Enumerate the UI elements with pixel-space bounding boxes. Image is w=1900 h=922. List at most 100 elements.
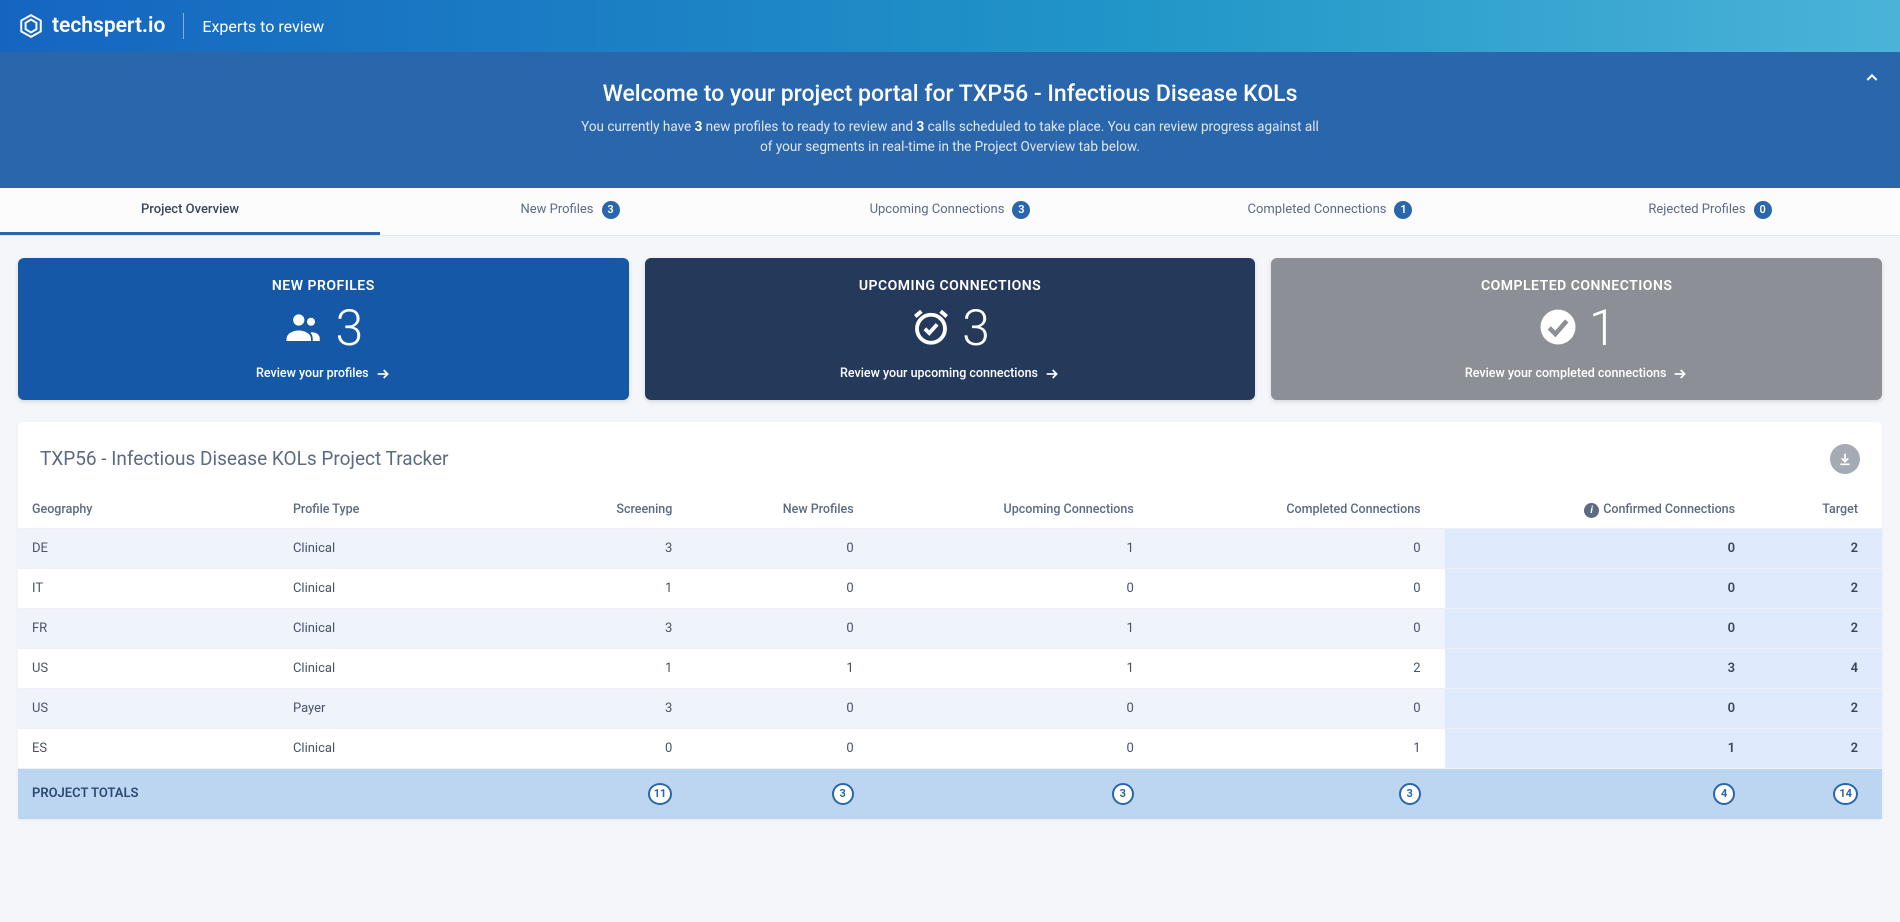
cell-target: 2 (1759, 528, 1882, 568)
tab-completed-connections[interactable]: Completed Connections1 (1140, 188, 1520, 235)
cell-geography: FR (18, 608, 279, 648)
cell-screening: 1 (540, 648, 696, 688)
cell-confirmed: 0 (1445, 568, 1759, 608)
tab-badge: 3 (1012, 201, 1030, 219)
cell-new-profiles: 0 (696, 728, 877, 768)
cell-target: 2 (1759, 728, 1882, 768)
totals-screening: 11 (540, 768, 696, 819)
tab-label: Rejected Profiles (1648, 202, 1745, 217)
col-completed: Completed Connections (1158, 492, 1445, 529)
welcome-banner: Welcome to your project portal for TXP56… (0, 52, 1900, 188)
cell-screening: 1 (540, 568, 696, 608)
totals-row: PROJECT TOTALS11333414 (18, 768, 1882, 819)
completed-connections-card[interactable]: COMPLETED CONNECTIONS 1 Review your comp… (1271, 258, 1882, 400)
tracker-title: TXP56 - Infectious Disease KOLs Project … (40, 447, 449, 470)
cell-new-profiles: 0 (696, 688, 877, 728)
download-button[interactable] (1830, 444, 1860, 474)
tab-label: Upcoming Connections (870, 202, 1005, 217)
card-heading: UPCOMING CONNECTIONS (655, 278, 1246, 294)
cell-profile-type: Clinical (279, 728, 540, 768)
cell-target: 4 (1759, 648, 1882, 688)
col-upcoming: Upcoming Connections (878, 492, 1158, 529)
cell-completed: 0 (1158, 688, 1445, 728)
upcoming-connections-card[interactable]: UPCOMING CONNECTIONS 3 Review your upcom… (645, 258, 1256, 400)
cell-completed: 0 (1158, 608, 1445, 648)
header-subtitle: Experts to review (202, 17, 324, 36)
download-icon (1837, 451, 1853, 467)
cell-target: 2 (1759, 608, 1882, 648)
card-link[interactable]: Review your completed connections (1465, 366, 1689, 382)
cell-upcoming: 1 (878, 528, 1158, 568)
totals-target: 14 (1759, 768, 1882, 819)
tab-upcoming-connections[interactable]: Upcoming Connections 3 (760, 188, 1140, 235)
cell-screening: 0 (540, 728, 696, 768)
card-count: 1 (1589, 304, 1617, 354)
cell-new-profiles: 0 (696, 528, 877, 568)
table-row: FRClinical301002 (18, 608, 1882, 648)
tab-label: Project Overview (141, 202, 239, 217)
cell-upcoming: 0 (878, 728, 1158, 768)
tab-rejected-profiles[interactable]: Rejected Profiles 0 (1520, 188, 1900, 235)
info-icon[interactable]: i (1584, 503, 1599, 518)
col-profile-type: Profile Type (279, 492, 540, 529)
alarm-check-icon (910, 306, 952, 352)
cell-confirmed: 1 (1445, 728, 1759, 768)
total-badge: 3 (1112, 783, 1134, 805)
cell-completed: 1 (1158, 728, 1445, 768)
cell-target: 2 (1759, 568, 1882, 608)
tab-bar: Project OverviewNew Profiles3Upcoming Co… (0, 188, 1900, 236)
cell-profile-type: Payer (279, 688, 540, 728)
card-link[interactable]: Review your profiles (256, 366, 391, 382)
totals-new-profiles: 3 (696, 768, 877, 819)
card-count: 3 (335, 304, 363, 354)
cell-confirmed: 0 (1445, 688, 1759, 728)
cell-geography: ES (18, 728, 279, 768)
tracker-table: Geography Profile Type Screening New Pro… (18, 492, 1882, 819)
card-heading: NEW PROFILES (28, 278, 619, 294)
summary-card-row: NEW PROFILES 3 Review your profiles UPCO… (0, 236, 1900, 400)
tab-badge: 0 (1754, 201, 1772, 219)
cell-upcoming: 0 (878, 688, 1158, 728)
cell-profile-type: Clinical (279, 608, 540, 648)
welcome-title: Welcome to your project portal for TXP56… (20, 80, 1880, 107)
tab-new-profiles[interactable]: New Profiles3 (380, 188, 760, 235)
table-row: DEClinical301002 (18, 528, 1882, 568)
top-header: techspert.io Experts to review (0, 0, 1900, 52)
cell-confirmed: 0 (1445, 528, 1759, 568)
cell-target: 2 (1759, 688, 1882, 728)
col-target: Target (1759, 492, 1882, 529)
brand-logo[interactable]: techspert.io (18, 13, 165, 39)
cell-profile-type: Clinical (279, 528, 540, 568)
col-new-profiles: New Profiles (696, 492, 877, 529)
cell-profile-type: Clinical (279, 648, 540, 688)
table-row: USPayer300002 (18, 688, 1882, 728)
new-profiles-card[interactable]: NEW PROFILES 3 Review your profiles (18, 258, 629, 400)
table-row: ESClinical000112 (18, 728, 1882, 768)
table-row: ITClinical100002 (18, 568, 1882, 608)
cell-new-profiles: 0 (696, 568, 877, 608)
welcome-subtext: You currently have 3 new profiles to rea… (575, 117, 1325, 158)
cell-screening: 3 (540, 608, 696, 648)
table-row: USClinical111234 (18, 648, 1882, 688)
card-link[interactable]: Review your upcoming connections (840, 366, 1060, 382)
total-badge: 3 (832, 783, 854, 805)
tab-project-overview[interactable]: Project Overview (0, 188, 380, 235)
collapse-banner-button[interactable] (1864, 70, 1880, 90)
total-badge: 4 (1713, 783, 1735, 805)
logo-icon (18, 13, 44, 39)
cell-new-profiles: 0 (696, 608, 877, 648)
tab-label: New Profiles (520, 202, 593, 217)
cell-new-profiles: 1 (696, 648, 877, 688)
totals-upcoming: 3 (878, 768, 1158, 819)
check-circle-icon (1537, 306, 1579, 352)
arrow-right-icon (1044, 366, 1060, 382)
project-tracker-panel: TXP56 - Infectious Disease KOLs Project … (18, 422, 1882, 819)
cell-screening: 3 (540, 688, 696, 728)
tab-label: Completed Connections (1248, 202, 1387, 217)
cell-profile-type: Clinical (279, 568, 540, 608)
header-divider (183, 13, 184, 39)
totals-completed: 3 (1158, 768, 1445, 819)
cell-confirmed: 0 (1445, 608, 1759, 648)
cell-completed: 0 (1158, 568, 1445, 608)
cell-completed: 2 (1158, 648, 1445, 688)
